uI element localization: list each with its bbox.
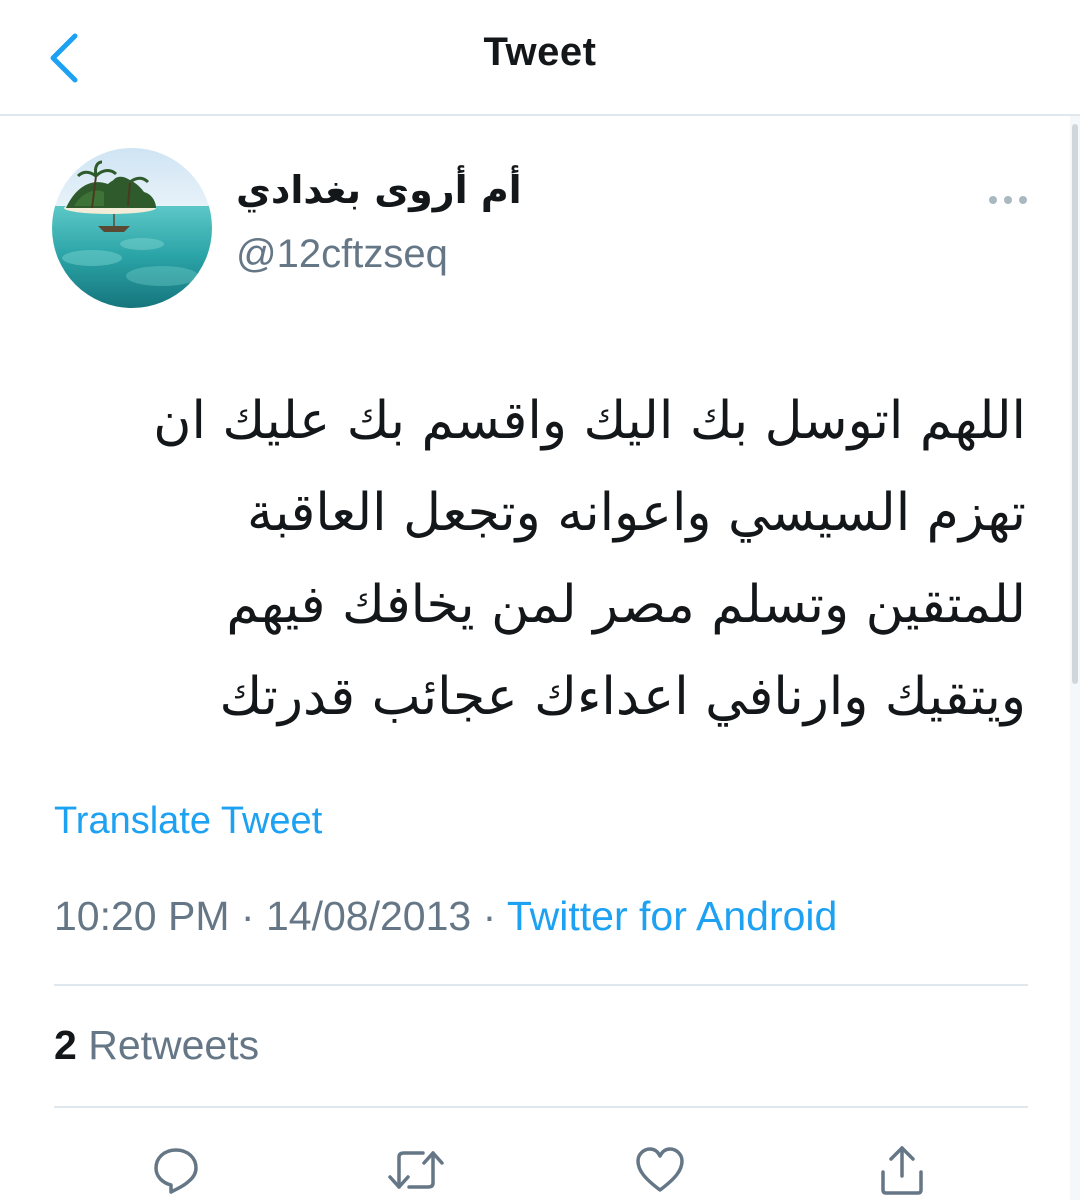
tweet-time: 10:20 PM [54, 893, 230, 939]
page-title: Tweet [483, 30, 597, 74]
tweet-date: 14/08/2013 [265, 893, 472, 939]
tweet-action-bar [0, 1130, 1080, 1200]
more-dots-icon [989, 196, 1027, 204]
divider [54, 984, 1028, 986]
top-nav-bar: Tweet [0, 0, 1080, 116]
tweet-detail-screen: Tweet أم أروى بغدادي @12cftzseq اللهم ات… [0, 0, 1080, 1200]
tweet-text: اللهم اتوسل بك اليك واقسم بك عليك ان تهز… [153, 391, 1026, 727]
meta-separator: · [482, 893, 497, 939]
share-icon [881, 1146, 923, 1195]
retweets-stat[interactable]: 2 Retweets [54, 1022, 259, 1069]
tweet-metadata: 10:20 PM · 14/08/2013 · Twitter for Andr… [54, 893, 837, 940]
avatar[interactable] [52, 148, 212, 308]
share-button[interactable] [872, 1140, 932, 1200]
retweet-button[interactable] [386, 1140, 446, 1200]
retweets-label: Retweets [88, 1022, 260, 1068]
more-options-button[interactable] [980, 180, 1036, 220]
author-display-name[interactable]: أم أروى بغدادي [236, 168, 522, 212]
retweet-icon [388, 1151, 444, 1189]
tweet-source-link[interactable]: Twitter for Android [507, 893, 837, 939]
like-button[interactable] [630, 1140, 690, 1200]
meta-separator: · [240, 893, 255, 939]
beach-island-avatar [52, 148, 212, 308]
reply-button[interactable] [146, 1140, 206, 1200]
retweets-count: 2 [54, 1022, 77, 1068]
reply-bubble-icon [154, 1148, 198, 1194]
translate-tweet-link[interactable]: Translate Tweet [54, 800, 322, 843]
scrollbar-thumb[interactable] [1072, 124, 1078, 684]
author-handle[interactable]: @12cftzseq [236, 232, 448, 277]
heart-icon [636, 1147, 684, 1192]
divider [54, 1106, 1028, 1108]
